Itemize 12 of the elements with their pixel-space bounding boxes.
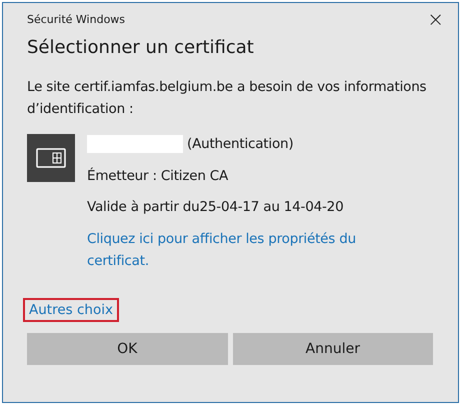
ok-button[interactable]: OK (27, 333, 228, 365)
certificate-properties-link[interactable]: Cliquez ici pour afficher les propriétés du certificat. (87, 228, 387, 272)
close-button[interactable]: × (421, 9, 450, 29)
cancel-button[interactable]: Annuler (232, 333, 433, 365)
validity-text: Valide à partir du25-04-17 au 14-04-20 (87, 198, 344, 217)
certificate-type: (Authentication) (187, 135, 294, 154)
dialog-heading: Sélectionner un certificat (27, 37, 255, 58)
more-choices-link[interactable]: Autres choix (23, 298, 119, 322)
smart-card-icon (27, 134, 75, 182)
issuer-text: Émetteur : Citizen CA (87, 166, 230, 186)
message-text: Le site certif.iamfas.belgium.be a besoin de vos informations d’identification : (27, 78, 428, 119)
window-title: Sécurité Windows (27, 12, 126, 26)
